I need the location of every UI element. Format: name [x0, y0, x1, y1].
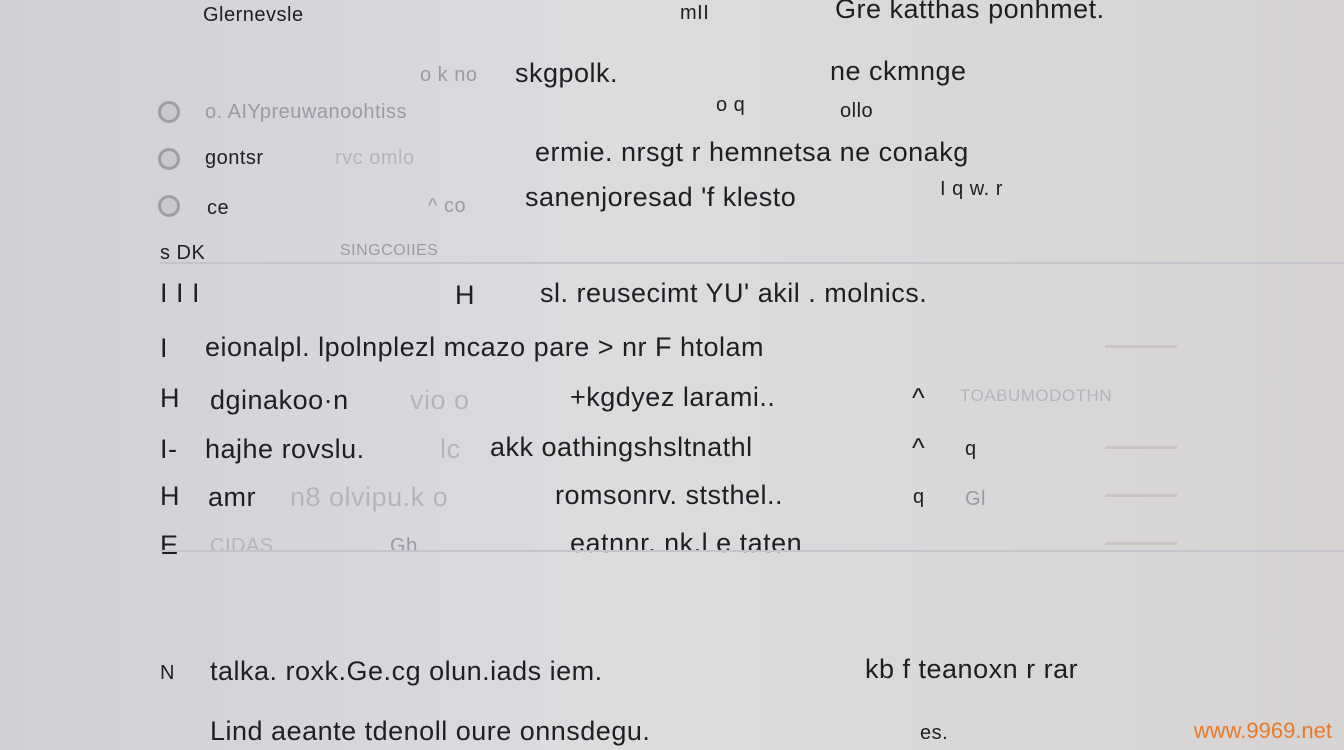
watermark: www.9969.net [1193, 718, 1332, 743]
option-1-right: ollo [840, 100, 874, 122]
option-1-mid: o q [716, 94, 746, 116]
option-2-faded: rvc omlo [335, 147, 415, 169]
footer-line-1-right: kb f teanoxn r rar [865, 654, 1079, 684]
row-faded: vio o [410, 385, 470, 415]
header-right: Gre katthas ponhmet. [835, 0, 1105, 24]
row-mark: E [160, 530, 179, 560]
row-placeholder [1105, 446, 1177, 449]
divider [160, 262, 1344, 264]
option-1-label: o. AIYpreuwanoohtiss [205, 101, 407, 123]
row-text2: akk oathingshsltnathl [490, 432, 753, 462]
header-middle: mII [680, 2, 710, 24]
row-faded: lc [440, 434, 461, 464]
option-3-right: I q w. r [940, 178, 1003, 200]
footer-line-1: talka. roxk.Ge.cg olun.iads iem. [210, 656, 603, 686]
row-text2: +kgdyez larami.. [570, 382, 776, 412]
option-3-label: ce [207, 197, 230, 219]
footer-mark: N [160, 662, 175, 684]
section-label: SINGCOIIES [340, 242, 439, 259]
row-placeholder [1105, 345, 1177, 348]
subheader-faded: o k no [420, 64, 478, 86]
row-extra: q [965, 438, 977, 460]
chevron-up-icon[interactable]: ^ [912, 383, 925, 414]
row-text: amr [208, 482, 256, 512]
footer-line-2-right: es. [920, 722, 949, 744]
row-faded: CIDAS [210, 535, 274, 557]
row-text: dginakoo·n [210, 385, 349, 415]
table-header-h: H [455, 280, 475, 310]
row-placeholder [1105, 542, 1177, 545]
option-2-text: ermie. nrsgt r hemnetsa ne conakg [535, 137, 969, 167]
option-3-faded: ^ co [428, 195, 467, 217]
row-mark: H [160, 383, 180, 413]
row-caret: q [913, 486, 925, 508]
subheader-right: ne ckmnge [830, 56, 967, 86]
table-header-text: sl. reusecimt YU' akil . molnics. [540, 278, 928, 308]
row-mark: I- [160, 434, 178, 464]
radio-option-3[interactable] [158, 195, 180, 217]
row-extra: Gl [965, 488, 986, 510]
chevron-up-icon[interactable]: ^ [912, 433, 925, 464]
row-text: eionalpl. lpolnplezl mcazo pare > nr F h… [205, 332, 765, 362]
row-text: hajhe rovslu. [205, 434, 365, 464]
row-text2: romsonrv. ststhel.. [555, 480, 784, 510]
row-placeholder [1105, 494, 1177, 497]
row-text2: eatnnr. nk.l e taten [570, 528, 803, 558]
radio-option-1[interactable] [158, 101, 180, 123]
row-mark: I [160, 333, 169, 363]
subheader-title: skgpolk. [515, 58, 619, 88]
radio-option-2[interactable] [158, 148, 180, 170]
row-mark: H [160, 481, 180, 511]
option-3-text: sanenjoresad 'f klesto [525, 182, 797, 212]
row-faded: n8 olvipu.k o [290, 482, 449, 512]
row-right: TOABUMODOTHN [960, 386, 1113, 405]
divider [160, 550, 1344, 552]
option-2-label: gontsr [205, 147, 264, 169]
header-left: Glernevsle [203, 4, 304, 26]
row-text: Gb [390, 535, 418, 557]
footer-line-2: Lind aeante tdenoll oure onnsdegu. [210, 716, 651, 746]
table-header-marks: I I I [160, 278, 201, 308]
